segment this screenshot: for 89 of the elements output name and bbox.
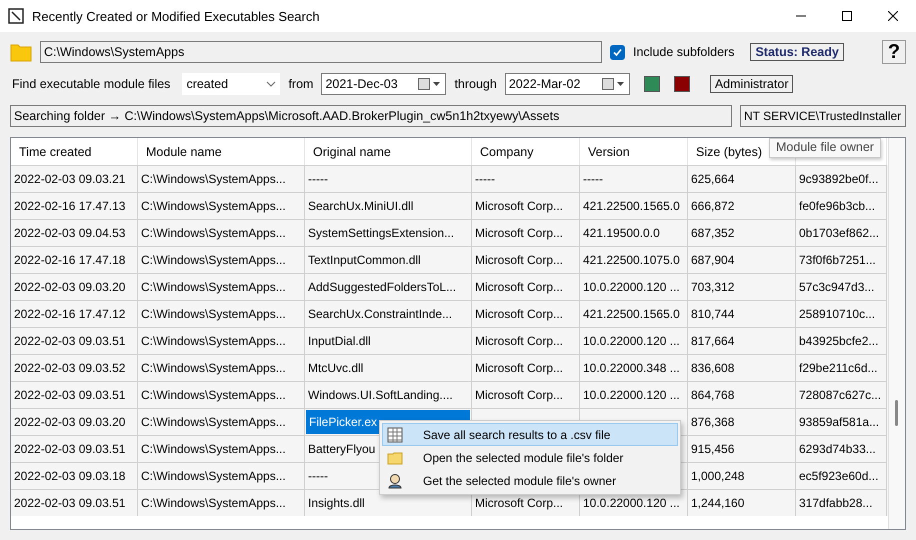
table-cell: Microsoft Corp... [472,192,580,219]
table-cell: f29be211c6d... [796,354,887,381]
table-cell: 2022-02-03 09.03.51 [11,435,138,462]
table-cell: C:\Windows\SystemApps... [138,300,305,327]
table-cell: C:\Windows\SystemApps... [138,219,305,246]
table-cell: 73f0f6b7251... [796,246,887,273]
table-cell: 625,664 [688,165,796,192]
table-cell: C:\Windows\SystemApps... [138,462,305,489]
table-cell: 687,904 [688,246,796,273]
table-cell: 2022-02-03 09.03.51 [11,489,138,516]
table-cell: 10.0.22000.120 ... [580,327,688,354]
table-cell: InputDial.dll [305,327,472,354]
table-cell: Windows.UI.SoftLanding.... [305,381,472,408]
table-cell: b43925bcfe2... [796,327,887,354]
table-cell: SystemSettingsExtension... [305,219,472,246]
table-cell: 817,664 [688,327,796,354]
table-cell: 421.19500.0.0 [580,219,688,246]
table-cell: Microsoft Corp... [472,354,580,381]
table-cell: C:\Windows\SystemApps... [138,192,305,219]
table-cell: C:\Windows\SystemApps... [138,273,305,300]
table-cell: ----- [580,165,688,192]
table-cell: Microsoft Corp... [472,246,580,273]
table-cell: SearchUx.ConstraintInde... [305,300,472,327]
table-cell: ----- [305,165,472,192]
through-label: through [454,77,497,91]
table-cell: 687,352 [688,219,796,246]
table-cell: ec5f923e60d... [796,462,887,489]
include-subfolders-label: Include subfolders [633,45,734,59]
find-label: Find executable module files [12,77,170,91]
table-cell: 10.0.22000.120 ... [580,381,688,408]
table-cell: 258910710c... [796,300,887,327]
table-cell: fe0fe96b3cb... [796,192,887,219]
table-cell: 836,608 [688,354,796,381]
table-cell: C:\Windows\SystemApps... [138,165,305,192]
table-cell: 1,244,160 [688,489,796,516]
table-cell: AddSuggestedFoldersToL... [305,273,472,300]
table-cell: 57c3c947d3... [796,273,887,300]
table-cell: 1,000,248 [688,462,796,489]
table-cell: 915,456 [688,435,796,462]
table-cell: 317dfabb28... [796,489,887,516]
table-cell: 9c93892be0f... [796,165,887,192]
table-cell: 2022-02-03 09.03.51 [11,327,138,354]
table-cell: 864,768 [688,381,796,408]
table-cell: C:\Windows\SystemApps... [138,381,305,408]
table-cell: 10.0.22000.120 ... [580,273,688,300]
table-cell: 2022-02-03 09.03.51 [11,381,138,408]
table-cell: 93859af581a... [796,408,887,435]
table-cell: 810,744 [688,300,796,327]
table-cell: 2022-02-16 17.47.13 [11,192,138,219]
table-cell: 6293d74b33... [796,435,887,462]
table-cell: Microsoft Corp... [472,300,580,327]
table-cell: 876,368 [688,408,796,435]
table-cell: ----- [472,165,580,192]
table-cell: SearchUx.MiniUI.dll [305,192,472,219]
table-cell: C:\Windows\SystemApps... [138,354,305,381]
table-cell: 2022-02-03 09.03.52 [11,354,138,381]
table-cell: Microsoft Corp... [472,327,580,354]
table-cell: 2022-02-03 09.03.20 [11,273,138,300]
table-cell: 666,872 [688,192,796,219]
table-cell: Microsoft Corp... [472,381,580,408]
table-cell: C:\Windows\SystemApps... [138,408,305,435]
table-cell: C:\Windows\SystemApps... [138,246,305,273]
table-cell: C:\Windows\SystemApps... [138,327,305,354]
table-cell: C:\Windows\SystemApps... [138,435,305,462]
tooltip: Module file owner [769,138,881,158]
table-cell: 421.22500.1565.0 [580,192,688,219]
user-text: Administrator [710,75,794,93]
table-cell: 0b1703ef862... [796,219,887,246]
status-text: Status: Ready [750,43,844,61]
table-cell: C:\Windows\SystemApps... [138,489,305,516]
progress-field: Searching folder → C:\Windows\SystemApps\Microsoft.AAD.BrokerPlugin_cw5n1h2txyewy\Assets [10,105,732,127]
table-cell: 2022-02-16 17.47.12 [11,300,138,327]
owner-field: NT SERVICE\TrustedInstaller [740,105,906,127]
table-cell: 2022-02-03 09.04.53 [11,219,138,246]
table-cell: 728087c627c... [796,381,887,408]
from-label: from [288,77,314,91]
table-cell: Microsoft Corp... [472,219,580,246]
table-cell: 421.22500.1565.0 [580,300,688,327]
window-title: Recently Created or Modified Executables Search [32,8,320,24]
table-cell: 10.0.22000.348 ... [580,354,688,381]
table-cell: 2022-02-16 17.47.18 [11,246,138,273]
table-cell: TextInputCommon.dll [305,246,472,273]
table-cell: 2022-02-03 09.03.20 [11,408,138,435]
table-cell: 2022-02-03 09.03.18 [11,462,138,489]
table-cell: 421.22500.1075.0 [580,246,688,273]
table-cell: MtcUvc.dll [305,354,472,381]
table-cell: 703,312 [688,273,796,300]
table-cell: 2022-02-03 09.03.21 [11,165,138,192]
table-cell: Microsoft Corp... [472,273,580,300]
